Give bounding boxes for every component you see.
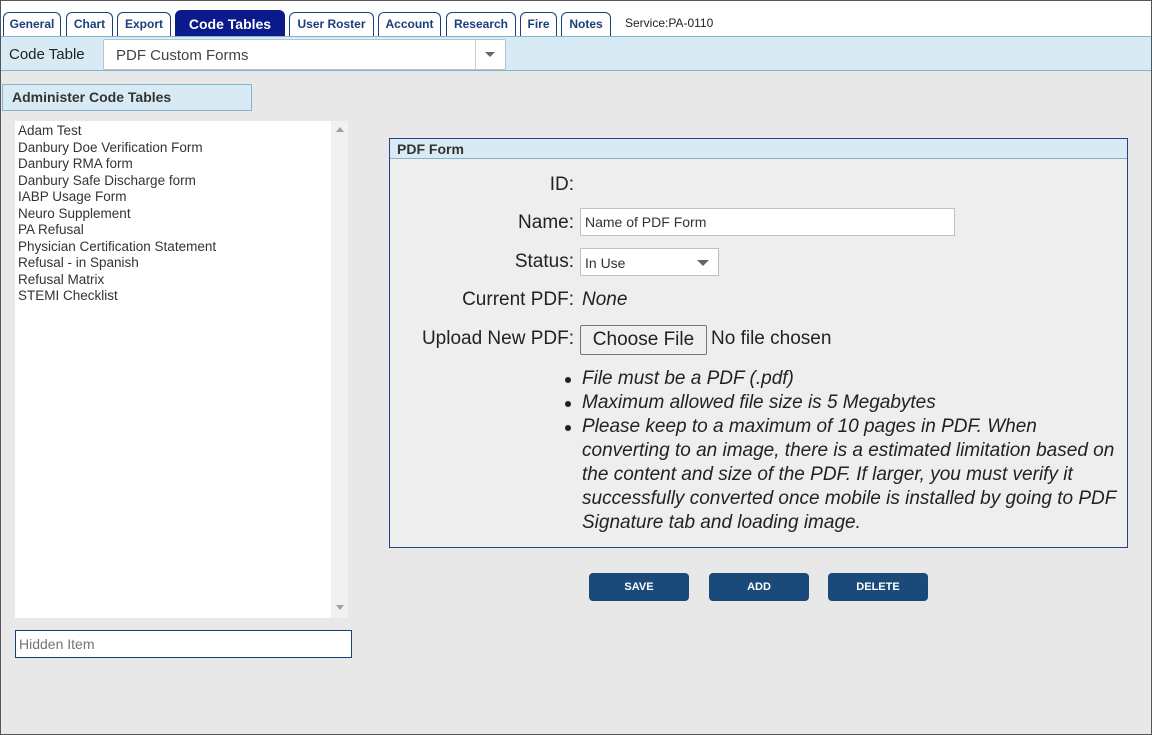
status-label: Status: xyxy=(514,251,574,272)
tab-code-tables[interactable]: Code Tables xyxy=(175,10,285,36)
service-id: Service:PA-0110 xyxy=(625,16,714,30)
save-button[interactable]: SAVE xyxy=(589,573,689,601)
file-status: No file chosen xyxy=(711,328,832,349)
code-table-bar: Code Table PDF Custom Forms xyxy=(1,36,1151,71)
list-item[interactable]: STEMI Checklist xyxy=(18,288,348,305)
tab-account[interactable]: Account xyxy=(378,12,441,36)
pdf-form-title: PDF Form xyxy=(390,139,1127,159)
choose-file-button[interactable]: Choose File xyxy=(580,325,707,355)
list-item[interactable]: Danbury Safe Discharge form xyxy=(18,173,348,190)
code-table-selected-value: PDF Custom Forms xyxy=(116,47,249,64)
pdf-form-panel: PDF Form ID: Name: Status: In Use Curren… xyxy=(389,138,1128,548)
list-item[interactable]: Refusal Matrix xyxy=(18,272,348,289)
upload-pdf-label: Upload New PDF: xyxy=(421,328,574,349)
status-select[interactable]: In Use xyxy=(580,248,719,276)
admin-panel-title: Administer Code Tables xyxy=(2,84,252,111)
note-item: Maximum allowed file size is 5 Megabytes xyxy=(565,391,1127,415)
tab-general[interactable]: General xyxy=(3,12,61,36)
code-table-list[interactable]: Adam Test Danbury Doe Verification Form … xyxy=(15,121,348,618)
status-selected-value: In Use xyxy=(585,255,626,271)
list-item[interactable]: Refusal - in Spanish xyxy=(18,255,348,272)
list-item[interactable]: Neuro Supplement xyxy=(18,206,348,223)
code-table-select[interactable]: PDF Custom Forms xyxy=(103,39,506,70)
chevron-down-icon xyxy=(697,260,709,266)
scroll-up-icon[interactable] xyxy=(336,127,344,132)
scroll-down-icon[interactable] xyxy=(336,605,344,610)
note-item: File must be a PDF (.pdf) xyxy=(565,367,1127,391)
code-table-label: Code Table xyxy=(9,46,85,63)
chevron-down-icon xyxy=(485,52,495,57)
list-item[interactable]: Physician Certification Statement xyxy=(18,239,348,256)
app-frame: General Chart Export Code Tables User Ro… xyxy=(0,0,1152,735)
tab-bar: General Chart Export Code Tables User Ro… xyxy=(1,1,1151,36)
tab-notes[interactable]: Notes xyxy=(561,12,611,36)
tab-fire[interactable]: Fire xyxy=(520,12,557,36)
add-button[interactable]: ADD xyxy=(709,573,809,601)
current-pdf-value: None xyxy=(582,289,628,310)
dropdown-toggle[interactable] xyxy=(475,40,505,69)
tab-user-roster[interactable]: User Roster xyxy=(289,12,374,36)
list-item[interactable]: IABP Usage Form xyxy=(18,189,348,206)
name-label: Name: xyxy=(518,212,574,233)
current-pdf-label: Current PDF: xyxy=(462,289,574,310)
list-scrollbar[interactable] xyxy=(331,121,348,618)
list-item[interactable]: PA Refusal xyxy=(18,222,348,239)
delete-button[interactable]: DELETE xyxy=(828,573,928,601)
list-item[interactable]: Adam Test xyxy=(18,123,348,140)
tab-export[interactable]: Export xyxy=(117,12,171,36)
list-item[interactable]: Danbury Doe Verification Form xyxy=(18,140,348,157)
list-item[interactable]: Danbury RMA form xyxy=(18,156,348,173)
name-input[interactable] xyxy=(580,208,955,236)
upload-notes: File must be a PDF (.pdf) Maximum allowe… xyxy=(565,367,1127,535)
hidden-item-input[interactable] xyxy=(15,630,352,658)
note-item: Please keep to a maximum of 10 pages in … xyxy=(565,415,1127,535)
tab-chart[interactable]: Chart xyxy=(66,12,113,36)
tab-research[interactable]: Research xyxy=(446,12,516,36)
id-label: ID: xyxy=(549,174,574,195)
